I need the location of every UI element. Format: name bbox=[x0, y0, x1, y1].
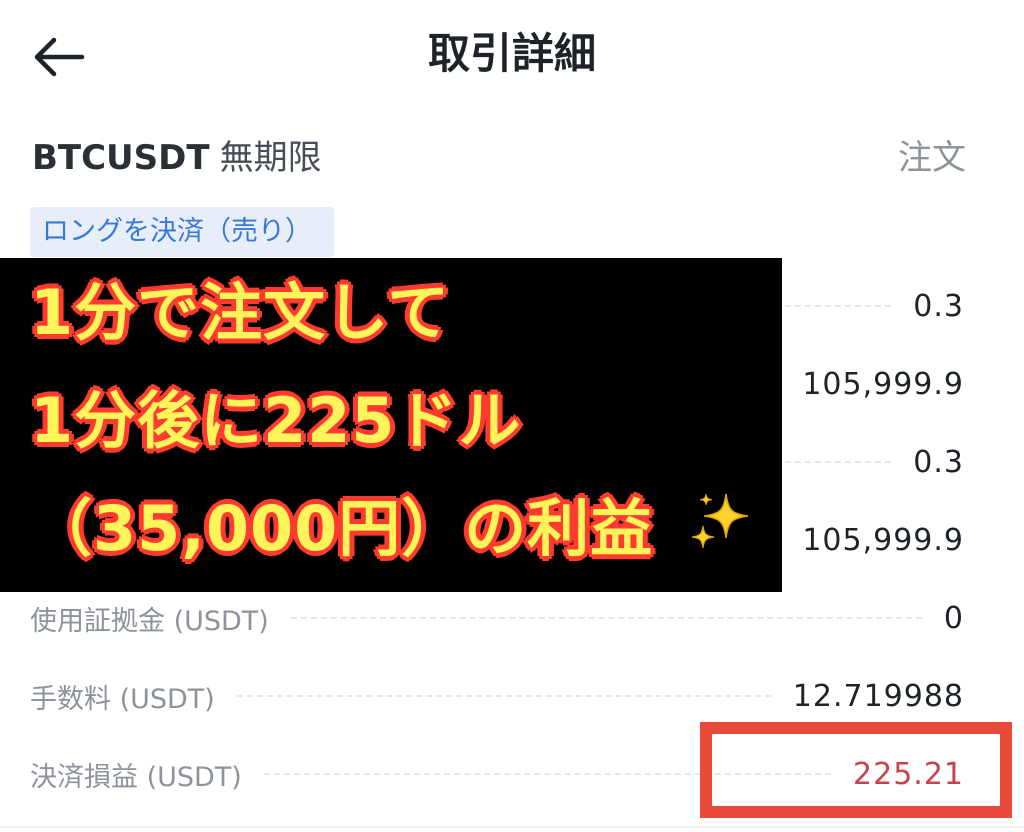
symbol: BTCUSDT bbox=[32, 138, 210, 178]
margin-label: 使用証拠金 (USDT) bbox=[30, 605, 269, 637]
symbol-row: BTCUSDT 無期限 bbox=[32, 130, 322, 186]
fee-row: 手数料 (USDT) 12.719988 bbox=[30, 666, 964, 726]
margin-row: 使用証拠金 (USDT) 0 bbox=[30, 588, 964, 648]
caption-line-1: 1分で注文して bbox=[28, 275, 451, 351]
dotted-leader bbox=[290, 617, 922, 619]
side-badge: ロングを決済（売り） bbox=[30, 207, 334, 257]
fee-value: 12.719988 bbox=[792, 678, 964, 714]
fee-label: 手数料 (USDT) bbox=[30, 683, 215, 715]
realized-pnl-label: 決済損益 (USDT) bbox=[30, 761, 242, 793]
dotted-leader bbox=[236, 695, 771, 697]
trade-detail-page: 取引詳細 BTCUSDT 無期限 注文 ロングを決済（売り） 0.3 105,99… bbox=[0, 0, 1024, 832]
caption-line-2: 1分後に225ドル bbox=[29, 383, 523, 459]
contract-type: 無期限 bbox=[219, 138, 322, 178]
detail-value: 0.3 bbox=[913, 444, 964, 480]
detail-value: 0.3 bbox=[913, 288, 964, 324]
profit-highlight-box bbox=[700, 722, 1012, 818]
order-type-label: 注文 bbox=[898, 138, 966, 178]
caption-line-3: （35,000円）の利益 bbox=[28, 491, 654, 567]
detail-value: 105,999.9 bbox=[802, 366, 964, 402]
sparkles-icon bbox=[691, 493, 749, 549]
bottom-divider bbox=[0, 826, 1024, 828]
detail-value: 105,999.9 bbox=[802, 522, 964, 558]
margin-value: 0 bbox=[943, 600, 964, 636]
page-title: 取引詳細 bbox=[427, 29, 596, 78]
